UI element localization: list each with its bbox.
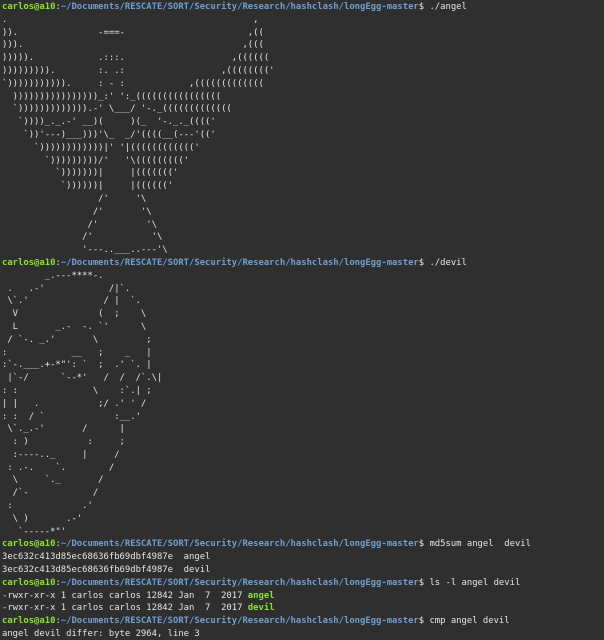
devil-art-line: : __ ; _ | <box>2 347 152 358</box>
devil-art-line: : : / ` :__.' <box>2 411 141 422</box>
prompt-path: ~/Documents/RESCATE/SORT/Security/Resear… <box>60 539 419 550</box>
devil-art-line: / `-. _.' \ ; <box>2 334 152 345</box>
devil-art-line: : .' <box>2 501 93 512</box>
prompt-path: ~/Documents/RESCATE/SORT/Security/Resear… <box>60 616 419 627</box>
angel-art-line: `))'---)___)))'\_ _/'((((__(---'((' <box>2 129 216 140</box>
devil-art-line: /`- / <box>2 488 99 499</box>
file-perms: -rwxr-xr-x 1 carlos carlos 12842 Jan 7 2… <box>2 603 248 614</box>
prompt-line-devil: carlos@a10:~/Documents/RESCATE/SORT/Secu… <box>2 257 467 268</box>
prompt-line-angel: carlos@a10:~/Documents/RESCATE/SORT/Secu… <box>2 2 467 12</box>
prompt-line-ls: carlos@a10:~/Documents/RESCATE/SORT/Secu… <box>2 577 521 588</box>
prompt-path: ~/Documents/RESCATE/SORT/Security/Resear… <box>60 2 419 12</box>
angel-art-line: /' '\ <box>2 206 152 217</box>
devil-art-line: :----.._ | / <box>2 449 120 460</box>
devil-art-line: V ( ; \ <box>2 309 147 320</box>
devil-art-line: \ ) .-' <box>2 513 83 524</box>
prompt-line-cmp: carlos@a10:~/Documents/RESCATE/SORT/Secu… <box>2 616 510 627</box>
angel-art-line: `))))_._.-' __)( )(_ '-._._((((' <box>2 117 216 128</box>
md5sum-output-line: 3ec632c413d85ec68636fb69dbf4987e devil <box>2 565 211 576</box>
command-ls: ls -l angel devil <box>429 577 521 588</box>
file-name-devil: devil <box>247 603 275 614</box>
angel-art-line: `))))))| |((((((' <box>2 181 173 192</box>
prompt-path: ~/Documents/RESCATE/SORT/Security/Resear… <box>60 257 419 268</box>
devil-art-line: : : \ :`.| ; <box>2 385 152 396</box>
devil-art-line: \ `._ / <box>2 475 104 486</box>
devil-art-line: : ) : ; <box>2 437 125 448</box>
angel-art-line: '---..___..---'\ <box>2 245 168 256</box>
prompt-user-host: carlos@a10 <box>2 2 56 12</box>
prompt-user-host: carlos@a10 <box>2 257 56 268</box>
devil-art-line: |`-/ `--*' / / /`.\| <box>2 373 163 384</box>
ls-output-line: -rwxr-xr-x 1 carlos carlos 12842 Jan 7 2… <box>2 602 604 615</box>
angel-art-line: /' '\ <box>2 219 157 230</box>
angel-art-line: `))))))))))))|' '|((((((((((((' <box>2 142 200 153</box>
md5sum-output-line: 3ec632c413d85ec68636fb69dbf4987e angel <box>2 552 211 563</box>
command-cmp: cmp angel devil <box>429 616 510 627</box>
devil-art-line: :`-.___.+-*"': ` ; .' `. | <box>2 360 152 371</box>
ls-output-line: -rwxr-xr-x 1 carlos carlos 12842 Jan 7 2… <box>2 590 604 603</box>
angel-art-line: ))))))))))))))))_:' ':_(((((((((((((((( <box>2 91 222 102</box>
angel-art-line: /' '\ <box>2 232 163 243</box>
devil-art-line: _.---****-. <box>2 270 104 281</box>
devil-art-line: \`._.-' / | <box>2 424 125 435</box>
file-perms: -rwxr-xr-x 1 carlos carlos 12842 Jan 7 2… <box>2 590 248 601</box>
angel-ascii-art: . ,)). -===- ,(())). ,((())))). .:::. ,(… <box>2 14 604 257</box>
angel-art-line: ))))). .:::. ,(((((( <box>2 53 270 64</box>
angel-art-line: `)))))))))/' '\(((((((((' <box>2 155 190 166</box>
angel-art-line: ))). ,((( <box>2 40 264 51</box>
devil-art-line: . .-' /|`. <box>2 283 131 294</box>
devil-art-line: \`.' / | `. <box>2 296 141 307</box>
terminal-window[interactable]: carlos@a10:~/Documents/RESCATE/SORT/Secu… <box>0 0 604 640</box>
devil-ascii-art: _.---****-. . .-' /|`. \`.' / | `. V ( ;… <box>2 270 604 539</box>
command-md5sum: md5sum angel devil <box>429 539 531 550</box>
prompt-user-host: carlos@a10 <box>2 539 56 550</box>
prompt-user-host: carlos@a10 <box>2 577 56 588</box>
prompt-path: ~/Documents/RESCATE/SORT/Security/Resear… <box>60 577 419 588</box>
cmp-output-line: angel devil differ: byte 2964, line 3 <box>2 629 200 640</box>
angel-art-line: `)))))))| |(((((((' <box>2 168 179 179</box>
devil-art-line: | | . ;/ .' ' / <box>2 398 147 409</box>
devil-art-line: : .-. `. / <box>2 462 115 473</box>
file-name-angel: angel <box>247 590 275 601</box>
devil-art-line: `-----*"' <box>2 526 67 537</box>
angel-art-line: /' '\ <box>2 193 147 204</box>
angel-art-line: . , <box>2 14 259 25</box>
devil-art-line: L _.- -. `' \ <box>2 321 147 332</box>
angel-art-line: `))))))))))). : - : ,((((((((((((( <box>2 78 264 89</box>
command-run-angel: ./angel <box>429 2 467 12</box>
angel-art-line: )). -===- ,(( <box>2 27 264 38</box>
angel-art-line: `))))))))))))).-' \___/ '-._((((((((((((… <box>2 104 232 115</box>
angel-art-line: ))))))))). :. .: ,((((((((' <box>2 65 280 76</box>
command-run-devil: ./devil <box>429 257 467 268</box>
prompt-line-md5sum: carlos@a10:~/Documents/RESCATE/SORT/Secu… <box>2 539 531 550</box>
prompt-user-host: carlos@a10 <box>2 616 56 627</box>
